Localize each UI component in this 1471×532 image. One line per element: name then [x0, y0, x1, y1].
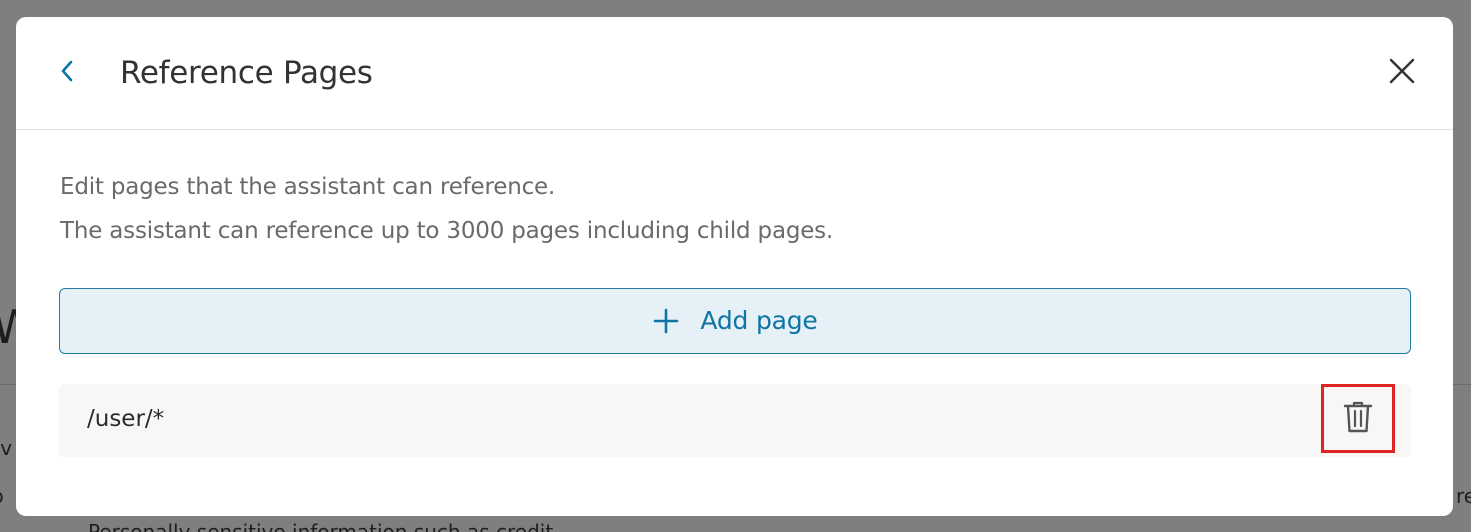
chevron-left-icon: [59, 58, 75, 88]
list-item: /user/*: [59, 384, 1411, 457]
modal-title: Reference Pages: [120, 55, 373, 91]
page-path: /user/*: [87, 406, 165, 432]
add-page-button[interactable]: Add page: [59, 288, 1411, 354]
description-limit-text: The assistant can reference up to 3000 p…: [60, 218, 834, 244]
add-page-label: Add page: [700, 306, 818, 335]
background-text: re: [1456, 484, 1471, 508]
background-text: ov: [0, 436, 13, 460]
modal-header: Reference Pages: [16, 17, 1453, 130]
background-text: lo: [0, 483, 4, 509]
reference-pages-modal: Reference Pages Edit pages that the assi…: [16, 17, 1453, 516]
description-text: Edit pages that the assistant can refere…: [60, 174, 556, 200]
close-button[interactable]: [1385, 56, 1419, 90]
trash-icon: [1342, 400, 1374, 438]
delete-page-button[interactable]: [1321, 384, 1395, 453]
back-button[interactable]: [52, 55, 82, 91]
background-text: Personally sensitive information such as…: [88, 520, 554, 532]
plus-icon: [652, 307, 680, 335]
close-icon: [1388, 57, 1416, 89]
